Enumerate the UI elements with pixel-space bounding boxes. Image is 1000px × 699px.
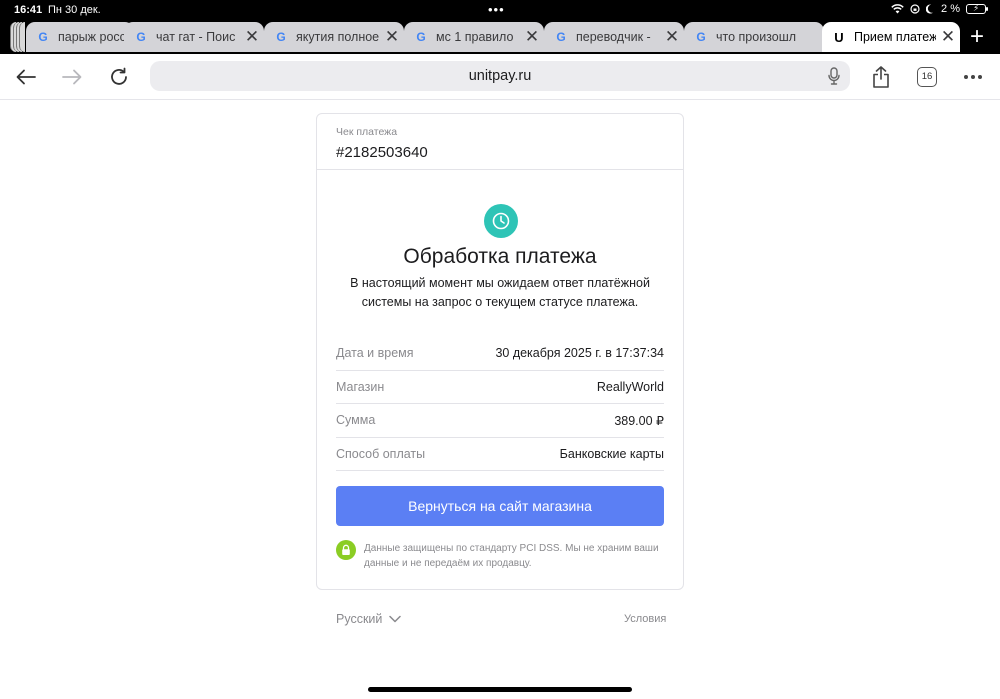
tab-3[interactable]: G якутия полное ✕ (264, 22, 404, 52)
moon-icon (926, 4, 934, 14)
tab-count-button[interactable]: 16 (917, 67, 937, 87)
arrow-right-icon (62, 69, 82, 85)
close-tab-icon[interactable]: ✕ (380, 27, 404, 47)
google-icon: G (276, 30, 286, 44)
google-icon: G (136, 30, 146, 44)
tab-7-active[interactable]: U Прием платеж ✕ (822, 22, 960, 52)
return-to-shop-button[interactable]: Вернуться на сайт магазина (336, 486, 664, 526)
lock-icon (336, 540, 356, 560)
reload-icon (111, 67, 127, 85)
detail-value: ReallyWorld (596, 379, 664, 394)
home-indicator[interactable] (368, 687, 632, 692)
browser-toolbar: unitpay.ru 16 (0, 54, 1000, 100)
forward-button[interactable] (57, 62, 87, 92)
new-tab-button[interactable]: + (963, 23, 991, 51)
chevron-down-icon (389, 615, 402, 623)
close-tab-icon[interactable]: ✕ (520, 27, 544, 47)
detail-value: 30 декабря 2025 г. в 17:37:34 (495, 346, 664, 361)
wifi-icon (891, 4, 904, 14)
detail-value: 389.00 ₽ (614, 413, 664, 428)
unitpay-icon: U (834, 29, 844, 45)
security-text: Данные защищены по стандарту PCI DSS. Мы… (364, 543, 659, 569)
receipt-number: #2182503640 (336, 144, 428, 161)
status-title: Обработка платежа (403, 245, 597, 268)
status-bar: 16:41 Пн 30 дек. ••• 2 % ⚡ (0, 0, 1000, 20)
payment-card: Чек платежа #2182503640 Обработка платеж… (316, 113, 684, 590)
battery-percent: 2 % (941, 3, 960, 15)
battery-icon: ⚡ (966, 3, 988, 14)
share-icon (873, 66, 889, 88)
tab-title: переводчик - (576, 30, 651, 44)
clock-icon (484, 204, 518, 238)
card-divider (317, 169, 683, 170)
url-text: unitpay.ru (468, 68, 532, 84)
more-dots-icon (964, 75, 982, 79)
tab-4[interactable]: G мс 1 правило ✕ (404, 22, 544, 52)
tab-6[interactable]: G что произошл (684, 22, 824, 52)
detail-label: Дата и время (336, 346, 414, 361)
payment-details: Дата и время 30 декабря 2025 г. в 17:37:… (336, 337, 664, 471)
google-icon: G (556, 30, 566, 44)
reload-button[interactable] (104, 62, 134, 92)
arrow-left-icon (16, 69, 36, 85)
receipt-label: Чек платежа (336, 126, 398, 138)
tab-title: чат гат - Поис (156, 30, 236, 44)
detail-row-shop: Магазин ReallyWorld (336, 371, 664, 404)
status-date: Пн 30 дек. (48, 4, 101, 16)
language-selector[interactable]: Русский (336, 612, 402, 626)
tab-title: Прием платеж (854, 30, 936, 44)
back-button[interactable] (11, 62, 41, 92)
language-label: Русский (336, 612, 383, 626)
status-indicators: 2 % ⚡ (891, 3, 988, 15)
detail-row-datetime: Дата и время 30 декабря 2025 г. в 17:37:… (336, 337, 664, 371)
screen-lock-icon (910, 4, 920, 14)
detail-value: Банковские карты (559, 446, 664, 461)
detail-label: Способ оплаты (336, 446, 426, 461)
address-bar[interactable]: unitpay.ru (150, 61, 850, 91)
detail-label: Магазин (336, 379, 385, 394)
tab-1[interactable]: G парыж росс (26, 22, 134, 52)
tab-strip: G парыж росс G чат гат - Поис ✕ G якутия… (0, 20, 1000, 54)
detail-row-method: Способ оплаты Банковские карты (336, 438, 664, 471)
share-button[interactable] (866, 62, 896, 92)
tab-title: мс 1 правило (436, 30, 514, 44)
status-description: В настоящий момент мы ожидаем ответ плат… (350, 276, 650, 309)
close-tab-icon[interactable]: ✕ (936, 27, 960, 47)
google-icon: G (416, 30, 426, 44)
google-icon: G (696, 30, 706, 44)
status-time: 16:41 (14, 4, 43, 16)
tab-2[interactable]: G чат гат - Поис ✕ (124, 22, 264, 52)
google-icon: G (38, 30, 48, 44)
tab-5[interactable]: G переводчик - ✕ (544, 22, 684, 52)
close-tab-icon[interactable]: ✕ (240, 27, 264, 47)
microphone-icon[interactable] (828, 67, 840, 85)
close-tab-icon[interactable]: ✕ (660, 27, 684, 47)
multitasking-dots-icon[interactable]: ••• (488, 2, 505, 17)
terms-link[interactable]: Условия (624, 613, 666, 625)
tab-title: якутия полное (296, 30, 380, 44)
more-menu-button[interactable] (958, 62, 988, 92)
tab-title: что произошл (716, 30, 797, 44)
tab-title: парыж росс (58, 30, 126, 44)
detail-label: Сумма (336, 413, 376, 428)
detail-row-amount: Сумма 389.00 ₽ (336, 404, 664, 438)
